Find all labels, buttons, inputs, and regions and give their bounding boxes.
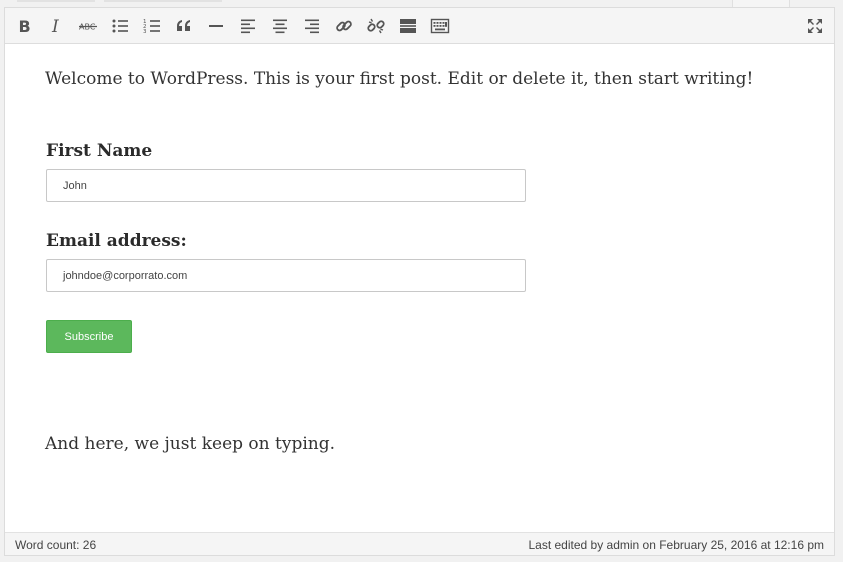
unlink-icon [367,18,385,34]
remove-link-button[interactable] [362,12,390,40]
bold-button[interactable]: B [10,12,38,40]
align-center-icon [273,19,287,34]
svg-text:I: I [51,17,59,36]
align-left-button[interactable] [234,12,262,40]
toolbar-toggle-button[interactable] [426,12,454,40]
numbered-list-button[interactable]: 123 [138,12,166,40]
tab-text[interactable] [104,0,222,2]
word-count: Word count: 26 [15,538,97,552]
align-right-icon [305,19,319,34]
numbered-list-icon: 123 [143,19,160,35]
format-toolbar: B I ABC 123 [5,8,834,44]
strikethrough-icon: ABC [79,23,97,32]
intro-paragraph: Welcome to WordPress. This is your first… [45,69,754,89]
fullscreen-button[interactable] [801,12,829,40]
bulleted-list-icon [112,19,128,33]
svg-text:B: B [19,17,31,36]
insert-link-button[interactable] [330,12,358,40]
keyboard-icon [430,18,450,34]
fullscreen-icon [808,19,822,33]
align-center-button[interactable] [266,12,294,40]
subscribe-button[interactable]: Subscribe [46,320,132,353]
bold-icon: B [19,17,31,36]
align-right-button[interactable] [298,12,326,40]
svg-text:3: 3 [143,29,147,35]
first-name-value: John [63,179,87,192]
subscribe-label: Subscribe [64,330,114,343]
read-more-button[interactable] [394,12,422,40]
first-name-input[interactable]: John [46,169,526,202]
italic-button[interactable]: I [42,12,70,40]
editor-container: B I ABC 123 Welcome to WordPress. This i… [4,7,835,556]
align-left-icon [241,19,255,34]
blockquote-button[interactable] [170,12,198,40]
outro-paragraph: And here, we just keep on typing. [45,434,335,454]
last-edited: Last edited by admin on February 25, 201… [528,538,824,552]
editor-content[interactable]: Welcome to WordPress. This is your first… [5,45,834,532]
blockquote-icon [177,20,190,31]
strikethrough-button[interactable]: ABC [74,12,102,40]
link-icon [336,20,352,32]
horizontal-line-button[interactable] [202,12,230,40]
horizontal-line-icon [209,25,223,27]
italic-icon: I [51,17,59,36]
email-value: johndoe@corporrato.com [63,269,188,282]
read-more-icon [400,19,416,33]
email-label: Email address: [46,231,187,251]
tab-visual[interactable] [17,0,95,2]
first-name-label: First Name [46,141,153,161]
status-bar: Word count: 26 Last edited by admin on F… [5,532,834,555]
bulleted-list-button[interactable] [106,12,134,40]
email-input[interactable]: johndoe@corporrato.com [46,259,526,292]
